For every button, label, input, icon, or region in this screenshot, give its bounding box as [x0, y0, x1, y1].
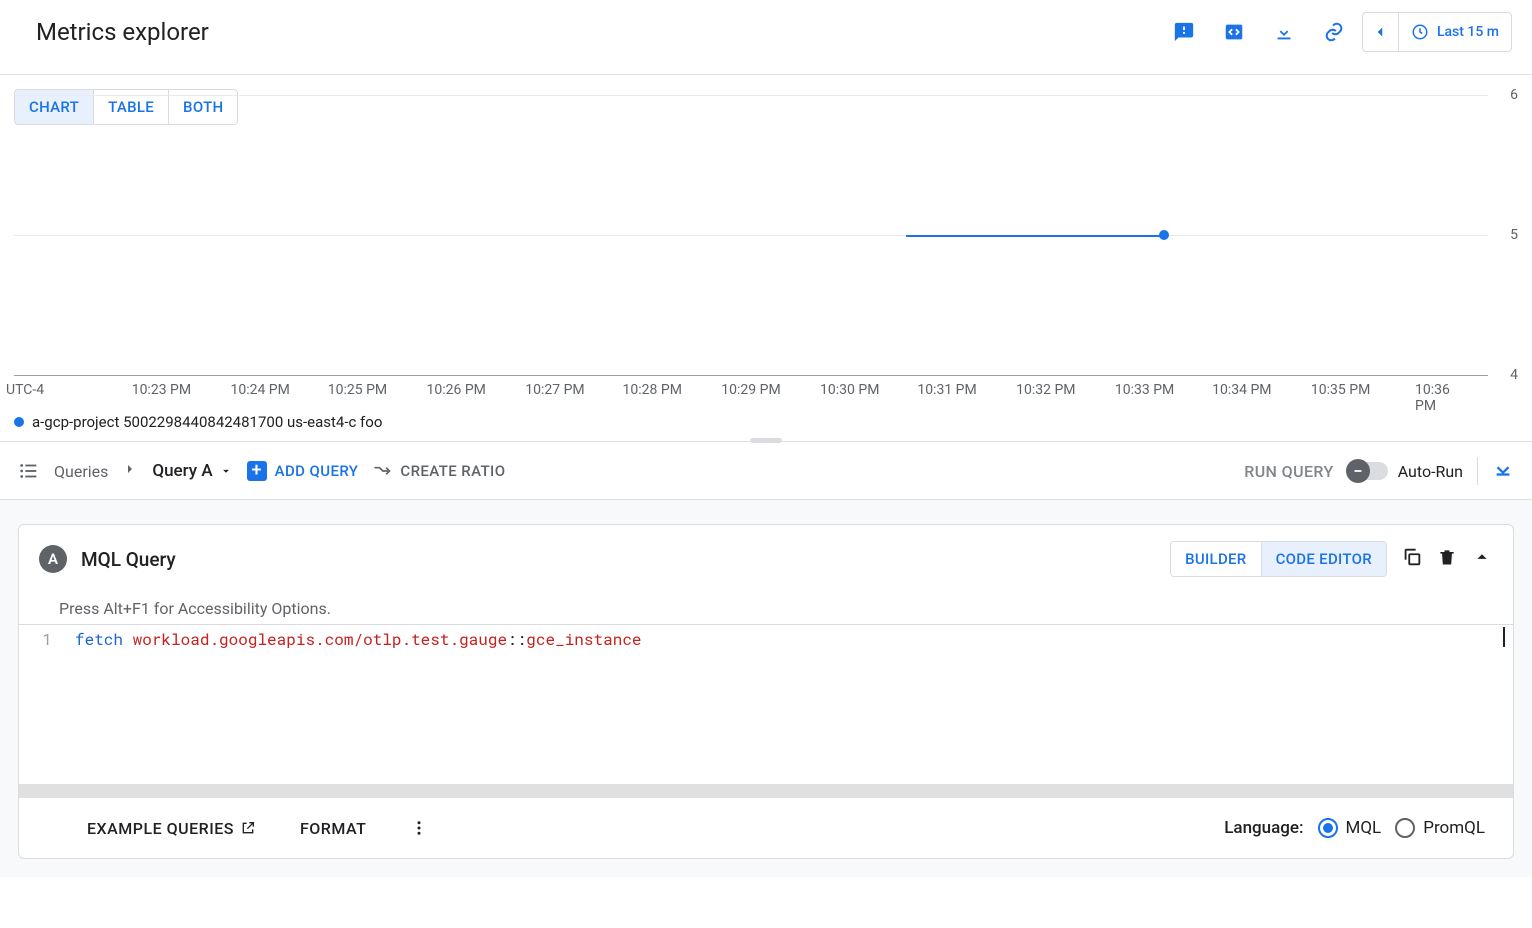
- code-icon[interactable]: [1212, 10, 1256, 54]
- more-menu-button[interactable]: [410, 819, 428, 837]
- editor-mode-toggle: BUILDER CODE EDITOR: [1170, 541, 1387, 577]
- language-mql-radio[interactable]: MQL: [1318, 818, 1382, 838]
- accessibility-hint: Press Alt+F1 for Accessibility Options.: [19, 593, 1513, 624]
- code-line: fetch workload.googleapis.com/otlp.test.…: [75, 625, 1513, 784]
- code-keyword: fetch: [75, 629, 123, 650]
- radio-checked-icon: [1318, 818, 1338, 838]
- x-tick: 10:27 PM: [525, 376, 584, 398]
- panel-title: MQL Query: [81, 548, 176, 571]
- x-axis: UTC-4 10:23 PM 10:24 PM 10:25 PM 10:26 P…: [14, 375, 1488, 405]
- x-tick: 10:30 PM: [820, 376, 879, 398]
- collapse-panel-button[interactable]: [1492, 458, 1514, 484]
- chart-legend: a-gcp-project 5002298440842481700 us-eas…: [0, 405, 1532, 442]
- x-tick: 10:31 PM: [917, 376, 976, 398]
- y-tick: 5: [1510, 227, 1518, 243]
- x-tick: 10:36 PM: [1415, 376, 1464, 414]
- page-title: Metrics explorer: [36, 18, 209, 46]
- current-query-dropdown[interactable]: Query A: [152, 461, 232, 481]
- language-label: Language:: [1224, 818, 1303, 838]
- x-tick: 10:34 PM: [1212, 376, 1271, 398]
- data-point: [1159, 230, 1169, 240]
- x-tick: 10:28 PM: [623, 376, 682, 398]
- format-button[interactable]: FORMAT: [300, 819, 366, 838]
- code-separator: ::: [507, 629, 526, 650]
- chart: 6 5 4 UTC-4 10:23 PM 10:24 PM 10:25 PM 1…: [14, 125, 1518, 405]
- copy-icon[interactable]: [1401, 546, 1423, 572]
- merge-icon: [372, 461, 392, 481]
- x-tick: 10:35 PM: [1311, 376, 1370, 398]
- run-query-button[interactable]: RUN QUERY: [1244, 462, 1333, 481]
- query-panel: A MQL Query BUILDER CODE EDITOR Press: [18, 524, 1514, 859]
- code-resource: gce_instance: [526, 629, 641, 650]
- download-icon[interactable]: [1262, 10, 1306, 54]
- x-tick: 10:24 PM: [230, 376, 289, 398]
- x-tick: 10:32 PM: [1016, 376, 1075, 398]
- minus-icon: [1351, 464, 1365, 478]
- link-icon[interactable]: [1312, 10, 1356, 54]
- example-queries-button[interactable]: EXAMPLE QUERIES: [87, 819, 256, 838]
- code-path: workload.googleapis.com/otlp.test.gauge: [133, 629, 507, 650]
- time-range-button[interactable]: Last 15 m: [1399, 23, 1511, 41]
- create-ratio-button[interactable]: CREATE RATIO: [372, 461, 505, 481]
- text-cursor: [1503, 627, 1505, 647]
- auto-run-toggle[interactable]: Auto-Run: [1348, 462, 1463, 481]
- language-promql-radio[interactable]: PromQL: [1395, 818, 1485, 838]
- current-query-label: Query A: [152, 461, 212, 481]
- header-actions: Last 15 m: [1162, 10, 1512, 54]
- x-tick: 10:23 PM: [132, 376, 191, 398]
- horizontal-scrollbar[interactable]: [19, 784, 1513, 798]
- legend-swatch: [14, 417, 24, 427]
- auto-run-label: Auto-Run: [1398, 462, 1463, 481]
- code-editor-mode-button[interactable]: CODE EDITOR: [1261, 542, 1386, 576]
- query-bar: Queries Query A + ADD QUERY CREATE RATIO…: [0, 443, 1532, 499]
- line-number: 1: [19, 625, 75, 784]
- add-query-button[interactable]: + ADD QUERY: [247, 461, 359, 481]
- legend-text: a-gcp-project 5002298440842481700 us-eas…: [32, 413, 382, 431]
- collapse-query-icon[interactable]: [1471, 546, 1493, 572]
- builder-mode-button[interactable]: BUILDER: [1171, 542, 1260, 576]
- header: Metrics explorer Last 15 m: [0, 0, 1532, 75]
- queries-list-icon[interactable]: [18, 460, 40, 482]
- time-prev-button[interactable]: [1363, 13, 1399, 51]
- chevron-right-icon: [122, 461, 138, 481]
- queries-label: Queries: [54, 462, 108, 481]
- delete-icon[interactable]: [1437, 547, 1457, 571]
- caret-down-icon: [219, 464, 233, 478]
- query-badge: A: [39, 545, 67, 573]
- query-panel-container: A MQL Query BUILDER CODE EDITOR Press: [0, 499, 1532, 877]
- y-tick: 4: [1510, 367, 1518, 383]
- data-line: [906, 235, 1164, 237]
- x-tick: 10:25 PM: [328, 376, 387, 398]
- plus-icon: +: [247, 461, 267, 481]
- radio-unchecked-icon: [1395, 818, 1415, 838]
- divider: [1477, 457, 1478, 485]
- panel-header: A MQL Query BUILDER CODE EDITOR: [19, 525, 1513, 593]
- x-tick: 10:26 PM: [426, 376, 485, 398]
- code-editor[interactable]: 1 fetch workload.googleapis.com/otlp.tes…: [19, 624, 1513, 784]
- panel-footer: EXAMPLE QUERIES FORMAT Language: MQL Pro…: [19, 798, 1513, 858]
- feedback-icon[interactable]: [1162, 10, 1206, 54]
- external-link-icon: [240, 820, 256, 836]
- more-vert-icon: [410, 819, 428, 837]
- time-range-label: Last 15 m: [1437, 24, 1499, 40]
- time-range-selector: Last 15 m: [1362, 12, 1512, 52]
- x-tick: 10:33 PM: [1115, 376, 1174, 398]
- y-tick: 6: [1510, 87, 1518, 103]
- x-tick: 10:29 PM: [721, 376, 780, 398]
- chart-plot[interactable]: 6 5 4: [14, 95, 1488, 375]
